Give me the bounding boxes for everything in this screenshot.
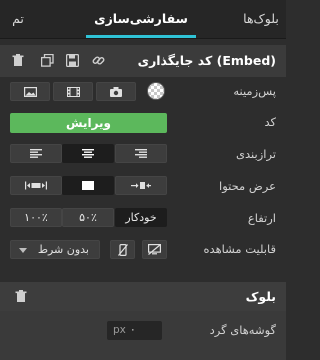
background-label: پس‌زمینه bbox=[233, 84, 276, 98]
hide-mobile-icon[interactable] bbox=[110, 240, 135, 259]
link-icon[interactable] bbox=[92, 54, 106, 68]
height-50-option[interactable]: ۵۰٪ bbox=[62, 208, 114, 227]
copy-icon[interactable] bbox=[41, 54, 55, 68]
code-label: کد bbox=[264, 115, 276, 129]
shrink-width-icon[interactable] bbox=[115, 176, 167, 195]
box-width-icon[interactable] bbox=[62, 176, 114, 195]
block-trash-icon[interactable] bbox=[15, 290, 29, 304]
corner-radius-unit: px bbox=[113, 324, 126, 336]
trash-icon[interactable] bbox=[12, 54, 26, 68]
camera-icon[interactable] bbox=[96, 82, 136, 101]
visibility-dropdown-value: بدون شرط bbox=[37, 243, 89, 256]
corner-radius-input[interactable]: px ۰ bbox=[107, 321, 162, 340]
height-auto-option[interactable]: خودکار bbox=[115, 208, 167, 227]
active-tab-underline bbox=[86, 35, 196, 38]
tab-blocks[interactable]: بلوک‌ها bbox=[236, 0, 286, 38]
visibility-label: قابلیت مشاهده bbox=[203, 242, 276, 256]
expand-width-icon[interactable] bbox=[10, 176, 62, 195]
tab-theme[interactable]: تم bbox=[0, 0, 36, 38]
align-left-icon[interactable] bbox=[10, 144, 62, 163]
tab-bar: تم سفارشی‌سازی بلوک‌ها bbox=[0, 0, 286, 39]
embed-section-title: کد جایگذاری (Embed) bbox=[137, 53, 276, 68]
height-label: ارتفاع bbox=[247, 211, 276, 225]
block-section-header: بلوک bbox=[0, 282, 286, 312]
hide-desktop-icon[interactable] bbox=[142, 240, 167, 259]
transparent-color-icon[interactable] bbox=[147, 82, 165, 100]
tab-customize[interactable]: سفارشی‌سازی bbox=[86, 0, 196, 38]
alignment-label: ترازبندی bbox=[235, 147, 276, 161]
align-right-icon[interactable] bbox=[115, 144, 167, 163]
video-icon[interactable] bbox=[53, 82, 93, 101]
content-width-label: عرض محتوا bbox=[219, 179, 276, 193]
save-icon[interactable] bbox=[66, 54, 80, 68]
block-section-title: بلوک bbox=[245, 289, 276, 304]
visibility-dropdown[interactable]: بدون شرط bbox=[10, 240, 100, 259]
image-icon[interactable] bbox=[10, 82, 50, 101]
height-100-option[interactable]: ۱۰۰٪ bbox=[10, 208, 62, 227]
edit-code-button[interactable]: ویرایش bbox=[10, 113, 167, 133]
align-center-icon[interactable] bbox=[62, 144, 114, 163]
corner-radius-label: گوشه‌های گرد bbox=[209, 323, 276, 337]
embed-section-header: کد جایگذاری (Embed) bbox=[0, 45, 286, 77]
chevron-down-icon bbox=[19, 248, 27, 253]
corner-radius-value: ۰ bbox=[130, 324, 136, 336]
